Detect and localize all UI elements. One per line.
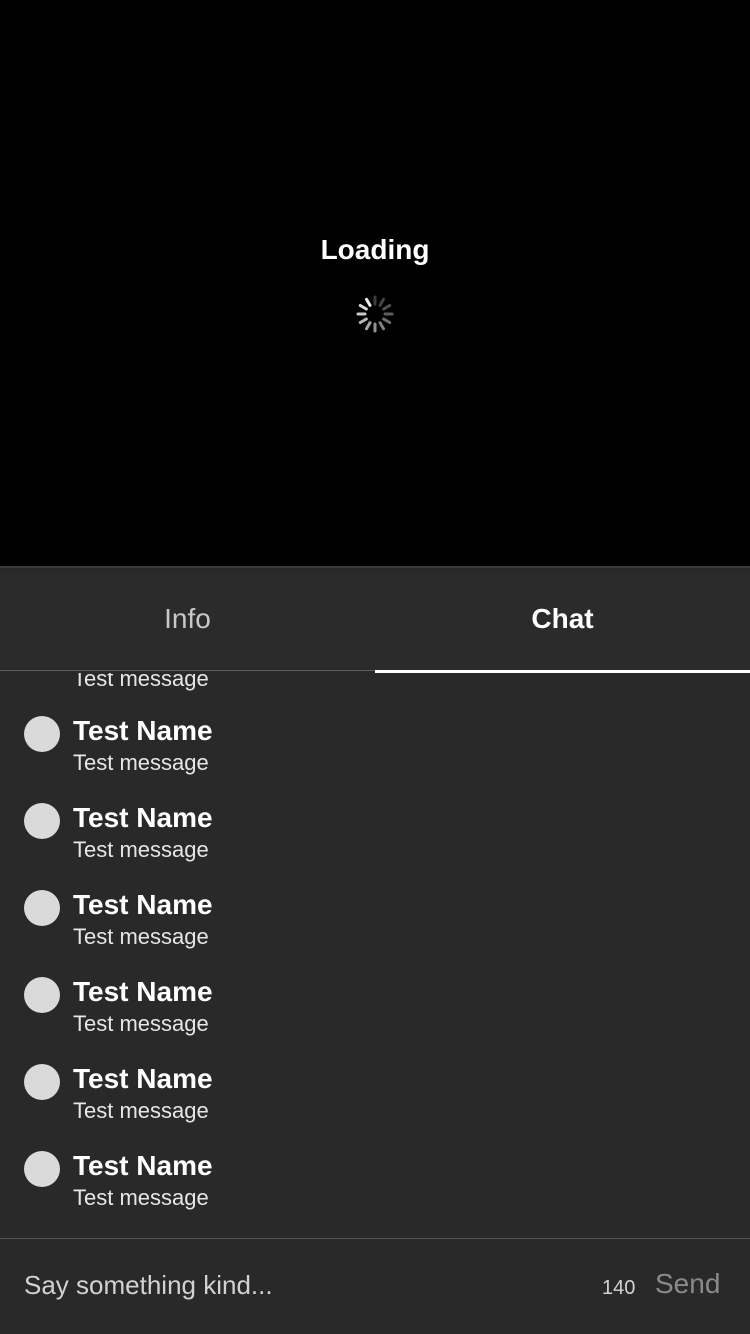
avatar-placeholder-icon: [24, 803, 60, 839]
activity-spinner-icon: [356, 295, 394, 333]
chat-message-text: Test message: [73, 1185, 209, 1210]
chat-sender-name: Test Name: [73, 802, 213, 833]
chat-sender-name: Test Name: [73, 1150, 213, 1181]
chat-list-item: Test Name Test message: [0, 847, 750, 949]
tab-info[interactable]: Info: [0, 574, 375, 672]
chat-message-input[interactable]: [24, 1265, 584, 1305]
chat-list-item: Test Name Test message: [0, 760, 750, 862]
chat-list-item: Test Name Test message: [0, 1108, 750, 1210]
chat-sender-name: Test Name: [73, 889, 213, 920]
video-player[interactable]: Loading: [0, 0, 750, 566]
bottom-panel: Info Chat Test message Test Name Test me…: [0, 568, 750, 1334]
chat-sender-name: Test Name: [73, 715, 213, 746]
avatar-placeholder-icon: [24, 1151, 60, 1187]
chat-list-item: Test Name Test message: [0, 934, 750, 1036]
avatar-placeholder-icon: [24, 716, 60, 752]
chat-list-item: Test Name Test message: [0, 673, 750, 775]
chat-list-item: Test Name Test message: [0, 1021, 750, 1123]
chat-sender-name: Test Name: [73, 1063, 213, 1094]
loading-label: Loading: [320, 234, 430, 265]
chat-composer: 140 Send: [0, 1239, 750, 1334]
avatar-placeholder-icon: [24, 890, 60, 926]
tab-chat[interactable]: Chat: [375, 574, 750, 672]
chat-sender-name: Test Name: [73, 976, 213, 1007]
avatar-placeholder-icon: [24, 977, 60, 1013]
chat-message-list[interactable]: Test message Test Name Test message Test…: [0, 673, 750, 1238]
send-button[interactable]: Send: [655, 1267, 720, 1301]
tab-bar: Info Chat: [0, 574, 750, 672]
character-count: 140: [602, 1277, 636, 1299]
avatar-placeholder-icon: [24, 1064, 60, 1100]
